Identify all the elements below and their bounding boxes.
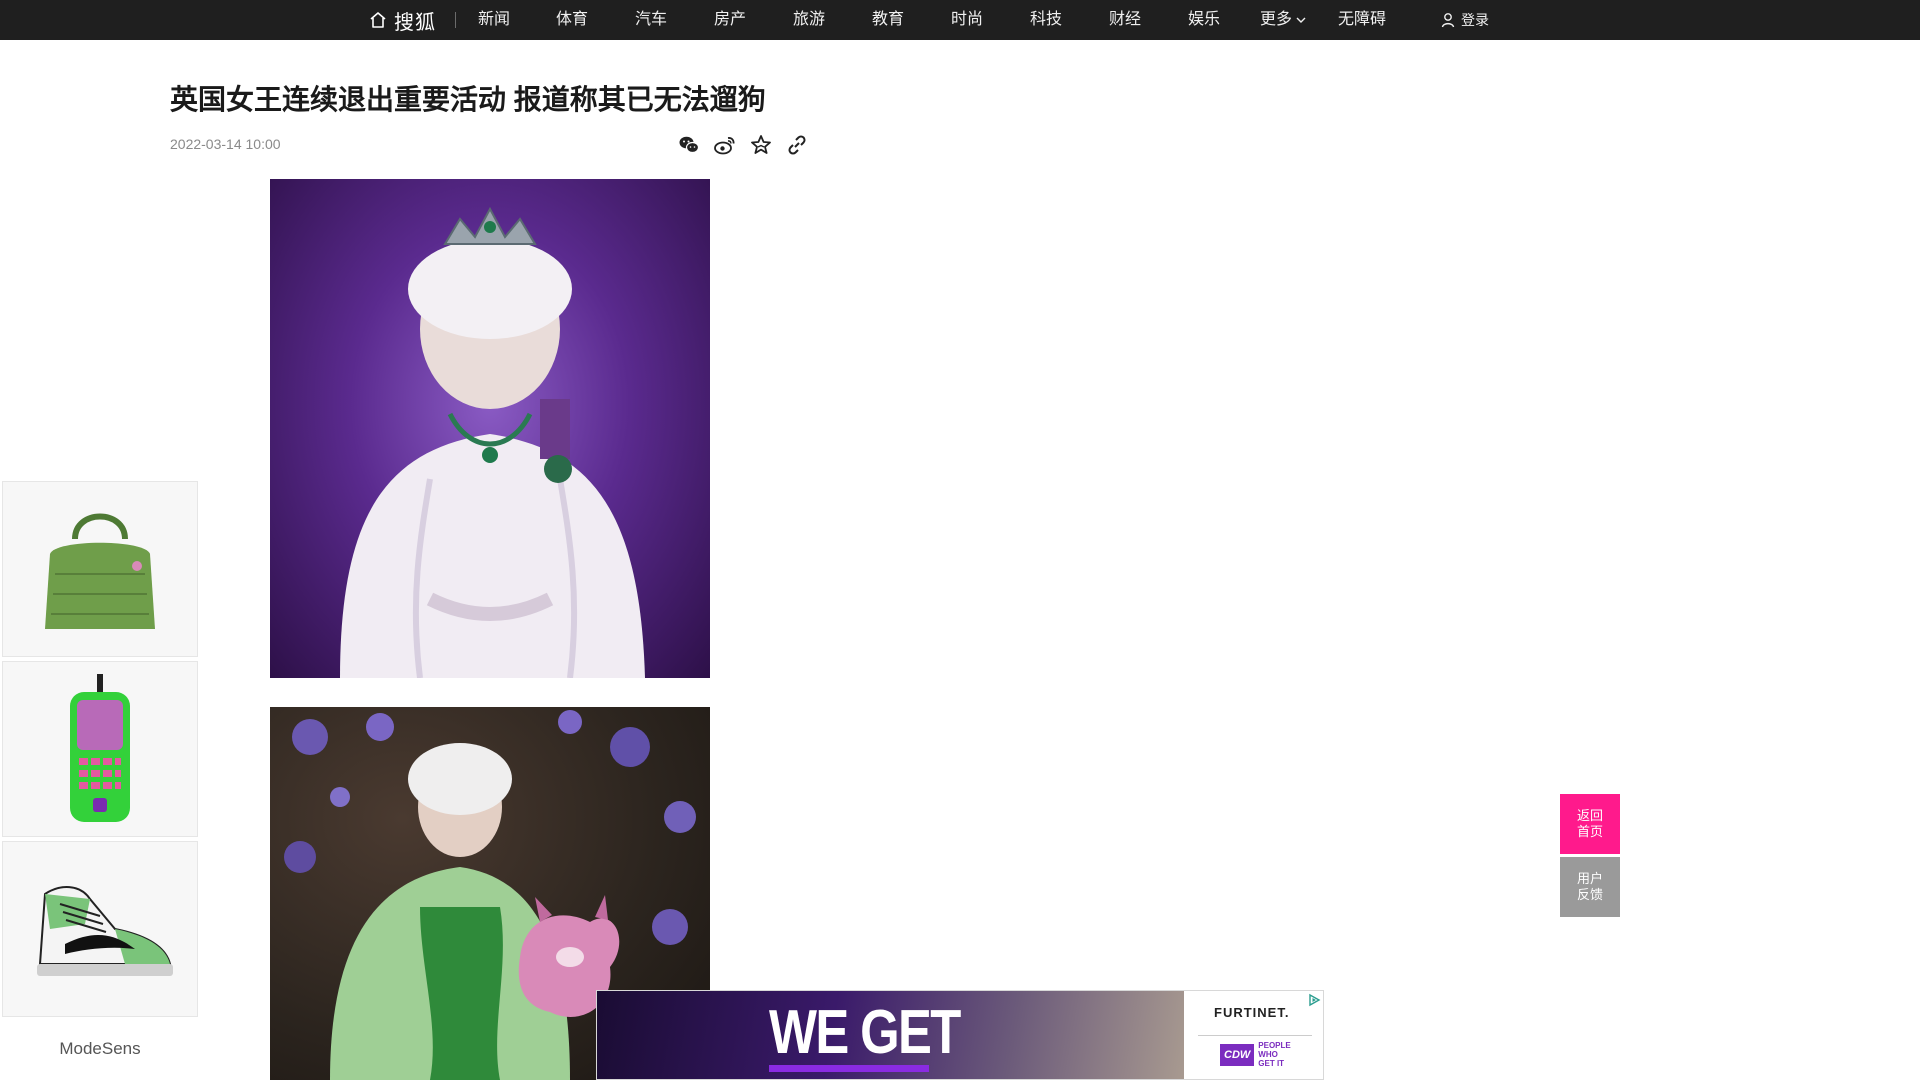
bottom-banner-ad: WE GET FURTINET. CDW PEOPLE WHO GET IT bbox=[596, 990, 1324, 1080]
cdw-logo-block[interactable]: CDW PEOPLE WHO GET IT bbox=[1220, 1041, 1294, 1068]
bottom-ad-headline: WE GET bbox=[769, 998, 961, 1067]
back-to-home-button[interactable]: 返回首页 bbox=[1560, 794, 1620, 854]
nav-item-auto[interactable]: 汽车 bbox=[635, 0, 667, 40]
nav-more-menu[interactable]: 更多 bbox=[1260, 0, 1306, 40]
cdw-tagline: PEOPLE WHO GET IT bbox=[1258, 1041, 1291, 1068]
left-sidebar-ad: ModeSens bbox=[2, 481, 198, 1058]
top-navigation-bar: 搜狐 新闻 体育 汽车 房产 旅游 教育 时尚 科技 财经 娱乐 更多 无障碍 … bbox=[0, 0, 1920, 40]
nav-item-fashion[interactable]: 时尚 bbox=[951, 0, 983, 40]
bottom-ad-logos: FURTINET. CDW PEOPLE WHO GET IT bbox=[1184, 991, 1323, 1079]
adchoices-icon[interactable] bbox=[1307, 993, 1321, 1007]
nav-item-travel[interactable]: 旅游 bbox=[793, 0, 825, 40]
bottom-ad-creative[interactable]: WE GET bbox=[597, 991, 1184, 1079]
user-icon bbox=[1441, 13, 1455, 28]
copy-link-button[interactable] bbox=[784, 132, 810, 158]
cdw-logo: CDW bbox=[1220, 1043, 1255, 1066]
chevron-down-icon bbox=[1296, 17, 1306, 23]
nav-item-news[interactable]: 新闻 bbox=[478, 0, 510, 40]
handbag-product-image bbox=[45, 513, 155, 629]
favorite-button[interactable] bbox=[748, 132, 774, 158]
home-link[interactable]: 搜狐 bbox=[368, 0, 436, 40]
bottom-ad-underline bbox=[769, 1065, 929, 1072]
wechat-icon bbox=[679, 136, 700, 154]
nav-divider bbox=[455, 12, 456, 28]
link-icon bbox=[788, 135, 806, 155]
ad-product-handbag[interactable] bbox=[2, 481, 198, 657]
nav-items: 新闻 体育 汽车 房产 旅游 教育 时尚 科技 财经 娱乐 更多 无障碍 bbox=[460, 0, 1400, 40]
nav-item-realestate[interactable]: 房产 bbox=[714, 0, 746, 40]
login-link[interactable]: 登录 bbox=[1440, 0, 1489, 40]
nav-item-sports[interactable]: 体育 bbox=[556, 0, 588, 40]
login-label: 登录 bbox=[1461, 12, 1489, 28]
sneaker-product-image bbox=[37, 886, 173, 976]
article-photo-queen-portrait bbox=[270, 179, 710, 678]
nav-item-finance[interactable]: 财经 bbox=[1109, 0, 1141, 40]
queen-portrait-illustration bbox=[340, 206, 645, 678]
article-date: 2022-03-14 10:00 bbox=[170, 136, 281, 152]
article-title: 英国女王连续退出重要活动 报道称其已无法遛狗 bbox=[170, 84, 766, 115]
share-toolbar bbox=[676, 132, 810, 158]
weibo-icon bbox=[714, 137, 735, 155]
nav-item-accessibility[interactable]: 无障碍 bbox=[1338, 0, 1386, 40]
user-feedback-button[interactable]: 用户反馈 bbox=[1560, 857, 1620, 917]
favorite-icon bbox=[751, 135, 771, 154]
bottom-ad-divider bbox=[1198, 1035, 1312, 1036]
site-brand: 搜狐 bbox=[394, 11, 436, 34]
nav-item-entertainment[interactable]: 娱乐 bbox=[1188, 0, 1220, 40]
nav-item-education[interactable]: 教育 bbox=[872, 0, 904, 40]
ad-product-phone-case[interactable] bbox=[2, 661, 198, 837]
nav-item-tech[interactable]: 科技 bbox=[1030, 0, 1062, 40]
share-weibo-button[interactable] bbox=[712, 132, 738, 158]
ad-product-sneaker[interactable] bbox=[2, 841, 198, 1017]
phone-case-product-image bbox=[70, 674, 130, 822]
ad-brand-label[interactable]: ModeSens bbox=[2, 1039, 198, 1059]
fortinet-logo[interactable]: FURTINET. bbox=[1214, 1005, 1289, 1020]
share-wechat-button[interactable] bbox=[676, 132, 702, 158]
nav-more-label: 更多 bbox=[1260, 11, 1293, 28]
home-icon bbox=[370, 12, 386, 28]
